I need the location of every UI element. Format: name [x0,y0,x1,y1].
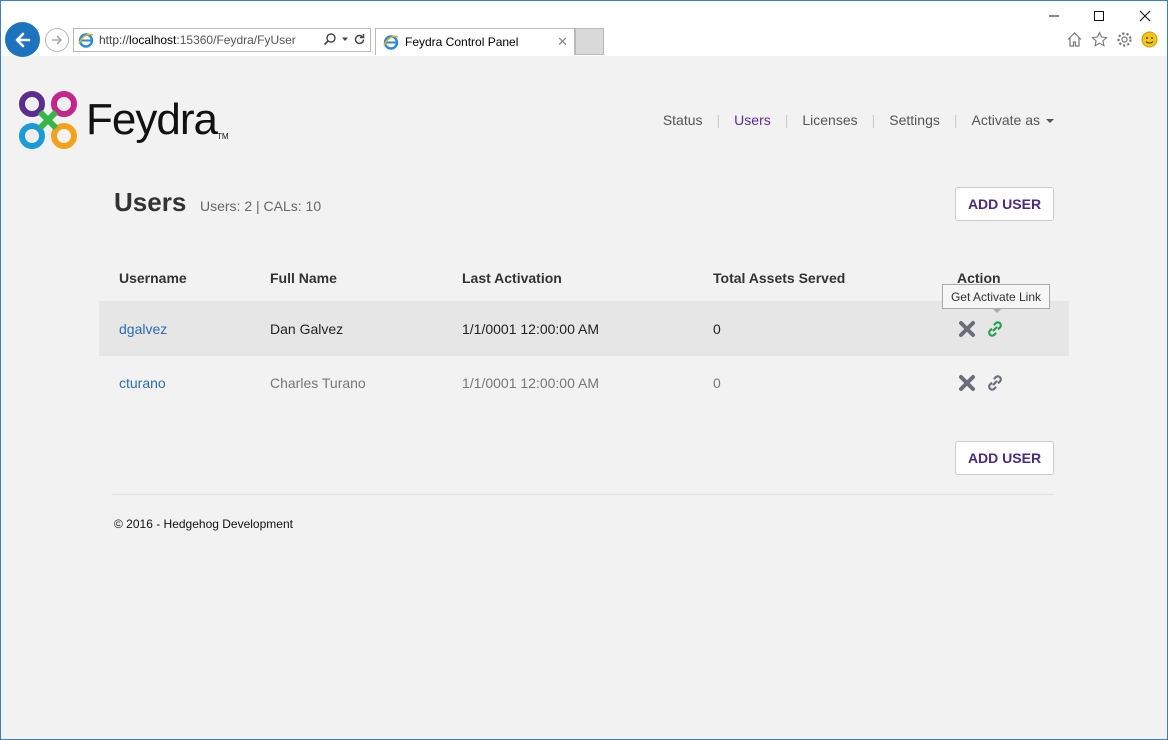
page-title: Users [114,187,187,217]
add-user-button-top[interactable]: ADD USER [955,187,1054,221]
username-link[interactable]: dgalvez [119,321,167,337]
users-count-summary: Users: 2 | CALs: 10 [200,198,322,214]
full-name: Dan Galvez [270,320,344,337]
favorites-star-icon[interactable] [1090,30,1109,49]
nav-separator: | [716,112,721,128]
nav-item-users[interactable]: Users [734,112,771,128]
footer-divider [112,494,1054,495]
activate-link-tooltip: Get Activate Link [942,284,1050,309]
logo-wordmark: Feydra [86,95,218,144]
col-full-name: Full Name [270,270,337,286]
tab-title: Feydra Control Panel [405,35,519,49]
feydra-logo[interactable]: Feydra TM [18,90,229,150]
minimize-icon[interactable] [1044,7,1064,25]
total-assets: 0 [713,320,721,337]
refresh-icon[interactable] [353,33,366,46]
last-activation: 1/1/0001 12:00:00 AM [462,320,599,337]
arrow-right-icon [52,35,63,45]
url-path: :15360/Feydra/FyUser [176,33,296,47]
ie-logo-icon [383,35,399,50]
nav-item-licenses[interactable]: Licenses [802,112,857,128]
window-border-left [0,0,1,740]
chevron-down-icon[interactable] [341,35,349,43]
browser-chrome: http://localhost:15360/Feydra/FyUser Fey… [0,0,1168,57]
gear-icon[interactable] [1115,30,1134,49]
nav-item-status[interactable]: Status [663,112,703,128]
nav-item-activate-as-label: Activate as [971,112,1040,128]
link-icon[interactable] [985,319,1005,339]
tooltip-arrow [992,308,1002,313]
col-username: Username [119,270,187,286]
forward-button[interactable] [45,28,69,52]
new-tab-button[interactable] [575,28,604,55]
table-header: Username Full Name Last Activation Total… [99,268,1069,288]
ie-logo-icon [78,33,94,48]
url-prefix: http:// [99,33,130,47]
delete-x-icon[interactable] [957,319,977,339]
url-host: localhost [129,33,177,47]
nav-separator: | [871,112,876,128]
main-nav: Status | Users | Licenses | Settings | A… [663,112,1054,128]
search-icon[interactable] [323,32,337,46]
col-total-assets: Total Assets Served [713,270,846,286]
table-row: dgalvez Dan Galvez 1/1/0001 12:00:00 AM … [99,301,1069,356]
arrow-left-icon [15,32,30,47]
last-activation: 1/1/0001 12:00:00 AM [462,374,599,391]
close-tab-icon[interactable]: ✕ [557,34,568,50]
add-user-button-bottom[interactable]: ADD USER [955,441,1054,475]
nav-separator: | [953,112,958,128]
action-cell [957,355,1005,410]
address-bar[interactable]: http://localhost:15360/Feydra/FyUser [73,28,371,52]
nav-item-activate-as[interactable]: Activate as [972,112,1054,128]
total-assets: 0 [713,374,721,391]
browser-tab[interactable]: Feydra Control Panel ✕ [375,28,575,55]
back-button[interactable] [5,22,40,57]
caret-down-icon [1046,119,1054,124]
close-window-icon[interactable] [1135,7,1155,25]
col-last-activation: Last Activation [462,270,562,286]
maximize-icon[interactable] [1089,7,1109,25]
footer-copyright: © 2016 - Hedgehog Development [114,517,293,531]
home-icon[interactable] [1065,30,1084,49]
username-link[interactable]: cturano [119,375,166,391]
table-row: cturano Charles Turano 1/1/0001 12:00:00… [99,355,1069,410]
logo-trademark: TM [216,132,229,141]
link-icon[interactable] [985,373,1005,393]
full-name: Charles Turano [270,374,366,391]
feydra-logo-mark-icon [19,91,77,149]
delete-x-icon[interactable] [957,373,977,393]
smiley-icon[interactable] [1140,30,1159,49]
nav-item-settings[interactable]: Settings [889,112,940,128]
nav-separator: | [784,112,789,128]
